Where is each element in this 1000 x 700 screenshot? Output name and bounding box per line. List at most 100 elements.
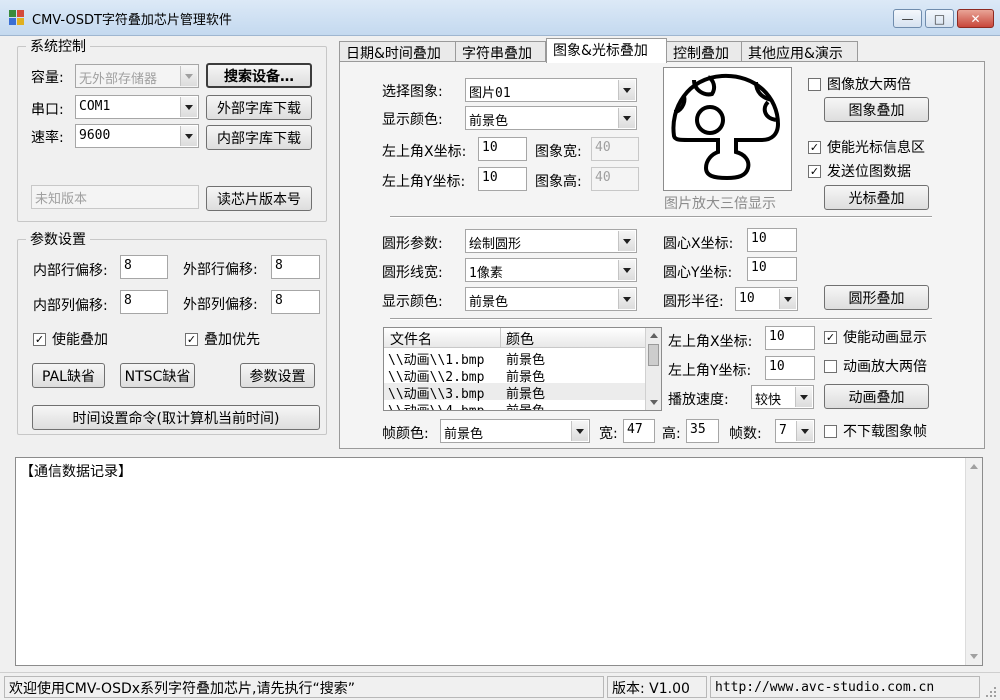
anim-y-label: 左上角Y坐标:: [668, 363, 752, 379]
chevron-down-icon: [618, 231, 635, 251]
list-header-filename[interactable]: 文件名: [390, 329, 432, 349]
chevron-down-icon: [571, 421, 588, 441]
list-scrollbar[interactable]: [645, 328, 661, 410]
select-image-combo[interactable]: 图片01: [465, 78, 637, 102]
no-download-frames-label: 不下载图象帧: [843, 424, 927, 440]
check-icon: ✓: [808, 140, 821, 154]
anim-zoom2-label: 动画放大两倍: [843, 359, 927, 375]
circle-radius-label: 圆形半径:: [663, 294, 724, 310]
version-field[interactable]: 未知版本: [31, 185, 199, 209]
image-x-input[interactable]: 10: [478, 137, 527, 161]
animation-file-list[interactable]: 文件名 颜色 \\动画\\1.bmp 前景色 \\动画\\2.bmp 前景色 \…: [383, 327, 662, 411]
status-bar: 欢迎使用CMV-OSDx系列字符叠加芯片,请先执行“搜索” 版本: V1.00 …: [0, 672, 1000, 700]
tab-string[interactable]: 字符串叠加: [455, 41, 546, 63]
tab-other-demo[interactable]: 其他应用&演示: [741, 41, 858, 63]
overlay-priority-checkbox[interactable]: ✓ 叠加优先: [185, 329, 260, 349]
circle-overlay-button[interactable]: 圆形叠加: [824, 285, 929, 310]
internal-row-offset-input[interactable]: 8: [120, 255, 168, 279]
capacity-label: 容量:: [31, 70, 64, 86]
close-button[interactable]: ✕: [957, 9, 994, 28]
scroll-down-icon[interactable]: [650, 400, 658, 405]
anim-y-input[interactable]: 10: [765, 356, 815, 380]
status-version: 版本: V1.00: [607, 676, 707, 698]
empty-checkbox-icon: [824, 359, 837, 373]
communication-log[interactable]: 【通信数据记录】: [15, 457, 983, 666]
image-color-combo[interactable]: 前景色: [465, 106, 637, 130]
anim-zoom2-checkbox[interactable]: 动画放大两倍: [824, 356, 927, 376]
resize-grip-icon[interactable]: [984, 685, 997, 698]
external-row-offset-label: 外部行偏移:: [183, 262, 258, 278]
enable-animation-checkbox[interactable]: ✓ 使能动画显示: [824, 327, 927, 347]
select-image-value: 图片01: [469, 86, 511, 101]
list-item[interactable]: \\动画\\2.bmp 前景色: [384, 366, 646, 385]
send-bitmap-checkbox[interactable]: ✓ 发送位图数据: [808, 161, 911, 181]
anim-x-input[interactable]: 10: [765, 326, 815, 350]
frame-width-input[interactable]: 47: [623, 419, 655, 443]
circle-radius-combo[interactable]: 10: [735, 287, 798, 311]
circle-cx-input[interactable]: 10: [747, 228, 797, 252]
log-scrollbar[interactable]: [965, 458, 982, 665]
circle-line-combo[interactable]: 1像素: [465, 258, 637, 282]
external-row-offset-input[interactable]: 8: [271, 255, 320, 279]
port-select[interactable]: COM1: [75, 95, 199, 119]
frame-count-combo[interactable]: 7: [775, 419, 815, 443]
image-y-label: 左上角Y坐标:: [382, 174, 466, 190]
cursor-overlay-button[interactable]: 光标叠加: [824, 185, 929, 210]
time-set-button[interactable]: 时间设置命令(取计算机当前时间): [32, 405, 320, 430]
image-zoom2-checkbox[interactable]: 图像放大两倍: [808, 74, 911, 94]
internal-font-download-button[interactable]: 内部字库下载: [206, 125, 312, 150]
read-version-button[interactable]: 读芯片版本号: [206, 186, 312, 211]
list-item[interactable]: \\动画\\1.bmp 前景色: [384, 349, 646, 368]
image-overlay-button[interactable]: 图象叠加: [824, 97, 929, 122]
cursor-info-label: 使能光标信息区: [827, 140, 925, 156]
pal-default-button[interactable]: PAL缺省: [32, 363, 105, 388]
image-width-input[interactable]: 40: [591, 137, 639, 161]
tab-control[interactable]: 控制叠加: [666, 41, 742, 63]
enable-animation-label: 使能动画显示: [843, 330, 927, 346]
list-header-color[interactable]: 颜色: [506, 329, 534, 349]
maximize-button[interactable]: □: [925, 9, 954, 28]
anim-speed-combo[interactable]: 较快: [751, 385, 814, 409]
ntsc-default-button[interactable]: NTSC缺省: [120, 363, 195, 388]
internal-row-offset-label: 内部行偏移:: [33, 263, 108, 279]
cursor-info-checkbox[interactable]: ✓ 使能光标信息区: [808, 137, 925, 157]
chevron-down-icon: [795, 387, 812, 407]
parameter-set-button[interactable]: 参数设置: [240, 363, 315, 388]
frame-height-input[interactable]: 35: [686, 419, 719, 443]
external-font-download-button[interactable]: 外部字库下载: [206, 95, 312, 120]
baud-select[interactable]: 9600: [75, 124, 199, 148]
external-col-offset-input[interactable]: 8: [271, 290, 320, 314]
internal-col-offset-input[interactable]: 8: [120, 290, 168, 314]
no-download-frames-checkbox[interactable]: 不下载图象帧: [824, 421, 927, 441]
mushroom-icon: [671, 73, 781, 181]
scroll-up-icon[interactable]: [970, 464, 978, 469]
image-x-label: 左上角X坐标:: [382, 144, 467, 160]
search-device-button[interactable]: 搜索设备…: [206, 63, 312, 88]
circle-cy-label: 圆心Y坐标:: [663, 265, 733, 281]
empty-checkbox-icon: [808, 77, 821, 91]
baud-label: 速率:: [31, 130, 64, 146]
port-value: COM1: [79, 99, 111, 114]
circle-param-combo[interactable]: 绘制圆形: [465, 229, 637, 253]
check-icon: ✓: [33, 332, 46, 346]
scroll-down-icon[interactable]: [970, 654, 978, 659]
port-label: 串口:: [31, 102, 64, 118]
tab-image-cursor[interactable]: 图象&光标叠加: [546, 38, 667, 63]
circle-color-combo[interactable]: 前景色: [465, 287, 637, 311]
capacity-select[interactable]: 无外部存储器: [75, 64, 199, 88]
animation-overlay-button[interactable]: 动画叠加: [824, 384, 929, 409]
list-item[interactable]: \\动画\\4.bmp 前景色: [384, 400, 646, 410]
scroll-thumb[interactable]: [648, 344, 659, 366]
enable-overlay-checkbox[interactable]: ✓ 使能叠加: [33, 329, 108, 349]
scroll-up-icon[interactable]: [650, 333, 658, 338]
tab-datetime[interactable]: 日期&时间叠加: [339, 41, 456, 63]
check-icon: ✓: [808, 164, 821, 178]
image-height-input[interactable]: 40: [591, 167, 639, 191]
circle-cy-input[interactable]: 10: [747, 257, 797, 281]
minimize-button[interactable]: —: [893, 9, 922, 28]
frame-color-combo[interactable]: 前景色: [440, 419, 590, 443]
list-item[interactable]: \\动画\\3.bmp 前景色: [384, 383, 646, 402]
frame-width-label: 宽:: [599, 426, 618, 442]
separator: [390, 318, 932, 320]
image-y-input[interactable]: 10: [478, 167, 527, 191]
